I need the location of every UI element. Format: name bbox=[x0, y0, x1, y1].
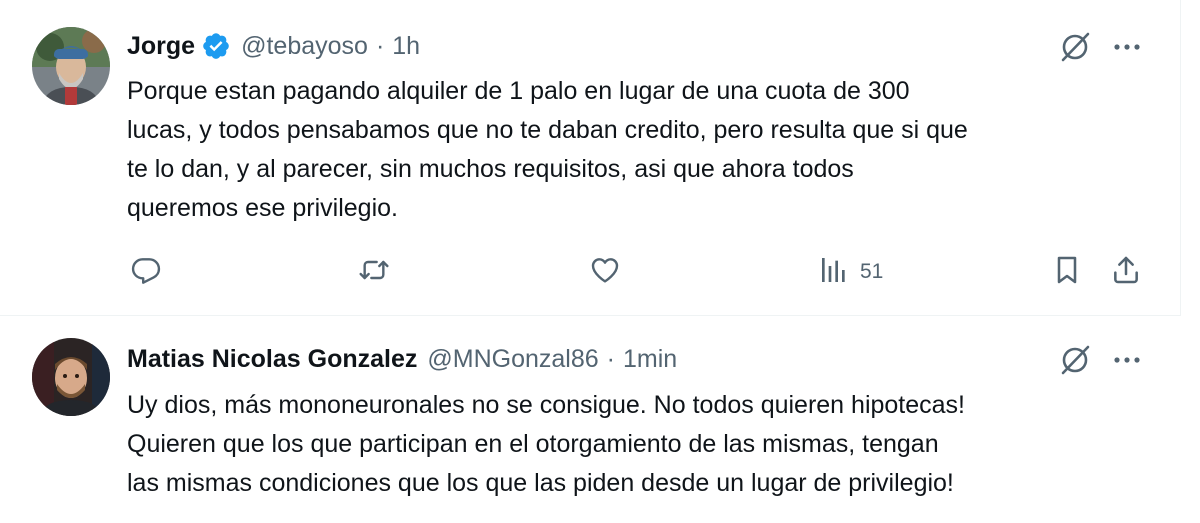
tweet-jorge[interactable]: Jorge @tebayoso · 1h Porque estan pagand… bbox=[0, 0, 1181, 316]
grok-icon[interactable] bbox=[1058, 343, 1092, 377]
grok-icon[interactable] bbox=[1058, 30, 1092, 64]
views-button[interactable]: 51 bbox=[818, 254, 883, 290]
views-count: 51 bbox=[860, 260, 884, 283]
author-name[interactable]: Matias Nicolas Gonzalez bbox=[127, 345, 417, 374]
share-button[interactable] bbox=[1110, 254, 1142, 290]
verified-badge-icon bbox=[201, 31, 231, 61]
avatar-jorge[interactable] bbox=[32, 27, 110, 105]
reply-button[interactable] bbox=[130, 254, 162, 290]
like-button[interactable] bbox=[589, 254, 621, 290]
retweet-icon bbox=[358, 254, 390, 291]
timestamp[interactable]: 1min bbox=[623, 345, 677, 374]
more-icon[interactable] bbox=[1112, 34, 1142, 60]
tweet-header: Jorge @tebayoso · 1h bbox=[127, 26, 420, 66]
timestamp[interactable]: 1h bbox=[392, 32, 420, 61]
tweet-text: Uy dios, más mononeuronales no se consig… bbox=[127, 391, 966, 497]
like-icon bbox=[589, 254, 621, 291]
reply-icon bbox=[130, 254, 162, 291]
bookmark-icon bbox=[1051, 254, 1083, 291]
retweet-button[interactable] bbox=[358, 254, 390, 290]
separator-dot: · bbox=[606, 344, 615, 373]
bookmark-button[interactable] bbox=[1051, 254, 1083, 290]
avatar-matias[interactable] bbox=[32, 338, 110, 416]
tweet-text: Porque estan pagando alquiler de 1 palo … bbox=[127, 77, 968, 222]
share-icon bbox=[1110, 254, 1142, 291]
tweet-matias[interactable]: Matias Nicolas Gonzalez @MNGonzal86 · 1m… bbox=[0, 316, 1180, 523]
tweet-header: Matias Nicolas Gonzalez @MNGonzal86 · 1m… bbox=[127, 339, 677, 379]
more-icon[interactable] bbox=[1112, 347, 1142, 373]
separator-dot: · bbox=[375, 31, 385, 60]
views-icon bbox=[818, 254, 850, 291]
author-name[interactable]: Jorge bbox=[127, 32, 195, 61]
author-handle[interactable]: @tebayoso bbox=[241, 32, 368, 61]
author-handle[interactable]: @MNGonzal86 bbox=[427, 345, 598, 374]
